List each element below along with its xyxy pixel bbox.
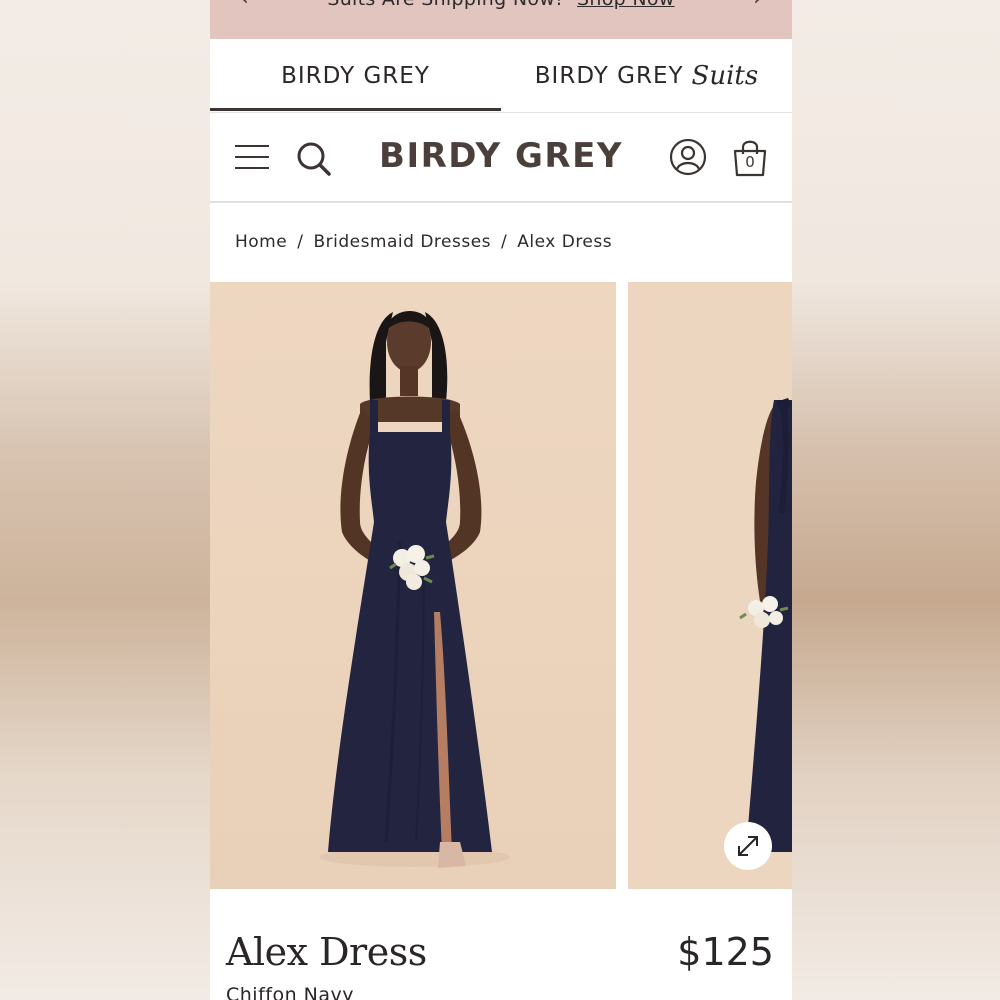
tab-birdy-grey-suits-label: BIRDY GREY [534,62,684,89]
product-image-secondary[interactable] [628,282,792,889]
shopping-bag-icon[interactable]: 0 [731,138,769,178]
product-image-main[interactable] [210,282,616,889]
brand-tabs: BIRDY GREY BIRDY GREY Suits [210,39,792,113]
cart-count: 0 [745,153,755,171]
shop-now-link[interactable]: Shop Now [577,0,675,10]
tab-birdy-grey-suits[interactable]: BIRDY GREY Suits [501,39,792,112]
breadcrumb-separator: / [297,232,304,252]
background-blur-right [790,0,1000,1000]
model-photo-back [628,282,792,889]
model-photo-front [210,282,616,889]
chevron-right-icon[interactable]: › [753,0,762,11]
promo-message: Suits Are Shipping Now! Shop Now [210,0,792,10]
breadcrumb: Home / Bridesmaid Dresses / Alex Dress [235,232,612,252]
breadcrumb-home[interactable]: Home [235,232,287,252]
user-account-icon[interactable] [669,138,707,176]
breadcrumb-separator: / [501,232,508,252]
product-title: Alex Dress [226,930,427,974]
tab-birdy-grey[interactable]: BIRDY GREY [210,39,501,112]
tab-suits-label: Suits [691,60,759,91]
product-price: $125 [677,930,774,974]
tab-birdy-grey-label: BIRDY GREY [281,62,430,89]
breadcrumb-current: Alex Dress [517,232,613,252]
promo-banner: ‹ Suits Are Shipping Now!Shop Now › [210,0,792,39]
active-tab-indicator [210,108,501,111]
background-blur-left [0,0,210,1000]
expand-arrows-icon[interactable] [724,822,772,870]
product-color-name: Chiffon Navy [226,984,355,1000]
breadcrumb-bridesmaid-dresses[interactable]: Bridesmaid Dresses [313,232,491,252]
promo-text: Suits Are Shipping Now! [327,0,563,10]
site-header: BIRDY GREY 0 [210,112,792,203]
phone-screen: ‹ Suits Are Shipping Now!Shop Now › BIRD… [210,0,792,1000]
